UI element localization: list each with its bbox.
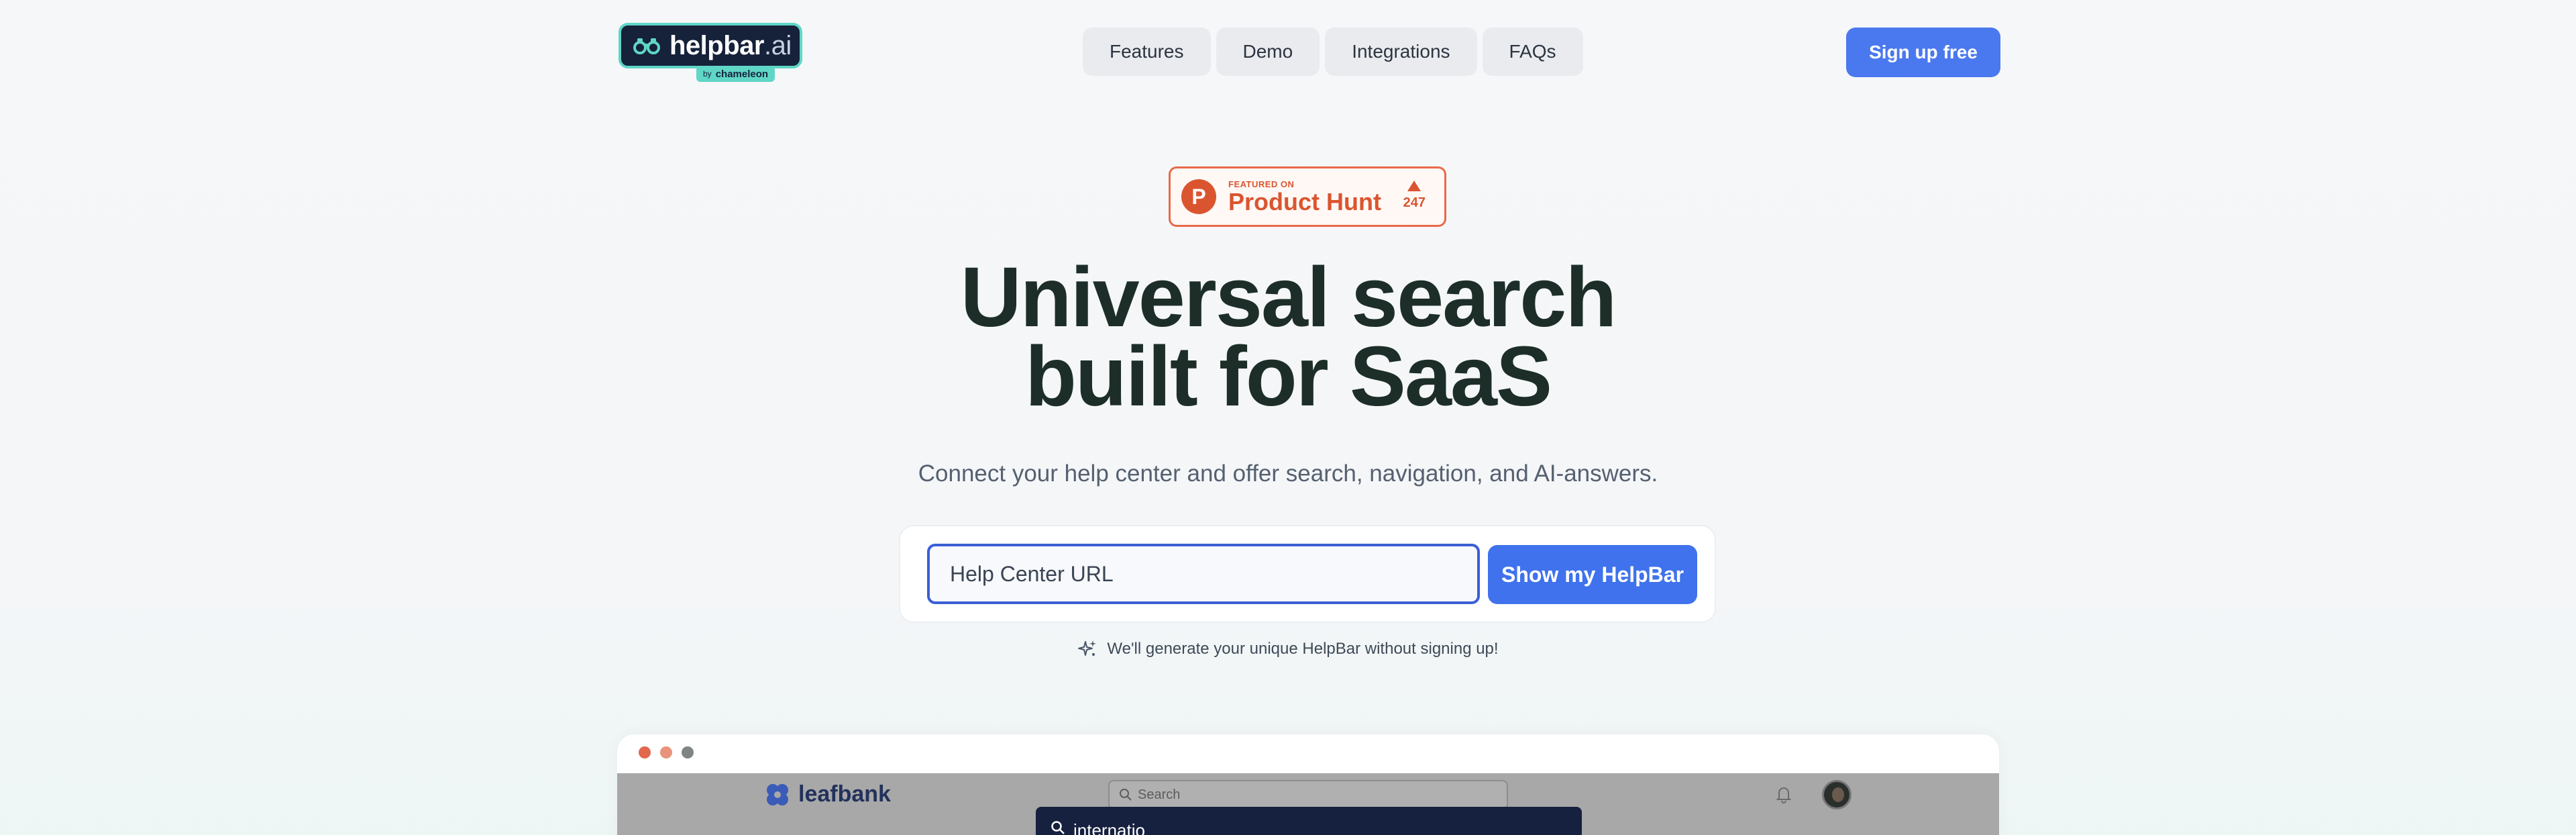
demo-search-bar[interactable]: Search (1108, 780, 1508, 809)
leafbank-name: leafbank (798, 781, 891, 807)
show-my-helpbar-button[interactable]: Show my HelpBar (1488, 545, 1697, 604)
signup-note: We'll generate your unique HelpBar witho… (0, 639, 2576, 659)
sparkle-icon (1078, 640, 1097, 656)
helpbar-query-text: internatio (1073, 820, 1145, 835)
hero-title: Universal search built for SaaS (0, 250, 2576, 424)
demo-browser-window: leafbank Search internatio (617, 734, 1999, 835)
signup-button[interactable]: Sign up free (1846, 28, 2000, 77)
avatar-face (1832, 787, 1844, 802)
upvote-arrow-icon (1407, 181, 1421, 191)
search-icon (1120, 789, 1132, 801)
nav-item-features[interactable]: Features (1083, 28, 1211, 76)
badge-name: chameleon (715, 68, 769, 80)
window-controls (639, 746, 694, 758)
window-dot-minimize (660, 746, 672, 758)
hero-subtitle: Connect your help center and offer searc… (918, 460, 1658, 487)
nav-item-demo[interactable]: Demo (1216, 28, 1320, 76)
window-dot-maximize (682, 746, 694, 758)
product-hunt-logo-icon: P (1181, 179, 1216, 214)
window-dot-close (639, 746, 651, 758)
binoculars-icon (633, 38, 660, 54)
chameleon-badge: by chameleon (696, 66, 775, 82)
helpbar-search-dropdown[interactable]: internatio (1036, 807, 1582, 835)
upvote-counter: 247 (1403, 181, 1426, 211)
logo-wordmark: helpbar.ai (669, 30, 792, 60)
nav-item-integrations[interactable]: Integrations (1325, 28, 1477, 76)
demo-app-header: leafbank Search internatio (617, 773, 1999, 835)
badge-prefix: by (703, 69, 712, 79)
product-hunt-text: FEATURED ON Product Hunt (1228, 179, 1381, 215)
hero-title-line-1: Universal search (960, 250, 1617, 344)
help-center-url-input[interactable] (927, 544, 1480, 604)
product-hunt-badge[interactable]: P FEATURED ON Product Hunt 247 (1169, 166, 1446, 227)
bell-icon[interactable] (1774, 784, 1794, 804)
upvote-count: 247 (1403, 195, 1426, 210)
signup-note-text: We'll generate your unique HelpBar witho… (1107, 640, 1499, 658)
nav-item-faqs[interactable]: FAQs (1482, 28, 1583, 76)
demo-search-placeholder: Search (1138, 787, 1181, 802)
leafbank-flower-icon (767, 783, 788, 805)
hero-title-line-2: built for SaaS (1024, 329, 1552, 424)
search-icon (1051, 821, 1065, 834)
helpbar-logo[interactable]: helpbar.ai (619, 23, 802, 68)
product-hunt-name: Product Hunt (1228, 187, 1381, 215)
user-avatar[interactable] (1822, 780, 1851, 809)
main-nav: Features Demo Integrations FAQs (1083, 28, 1583, 76)
leafbank-logo: leafbank (765, 781, 891, 807)
